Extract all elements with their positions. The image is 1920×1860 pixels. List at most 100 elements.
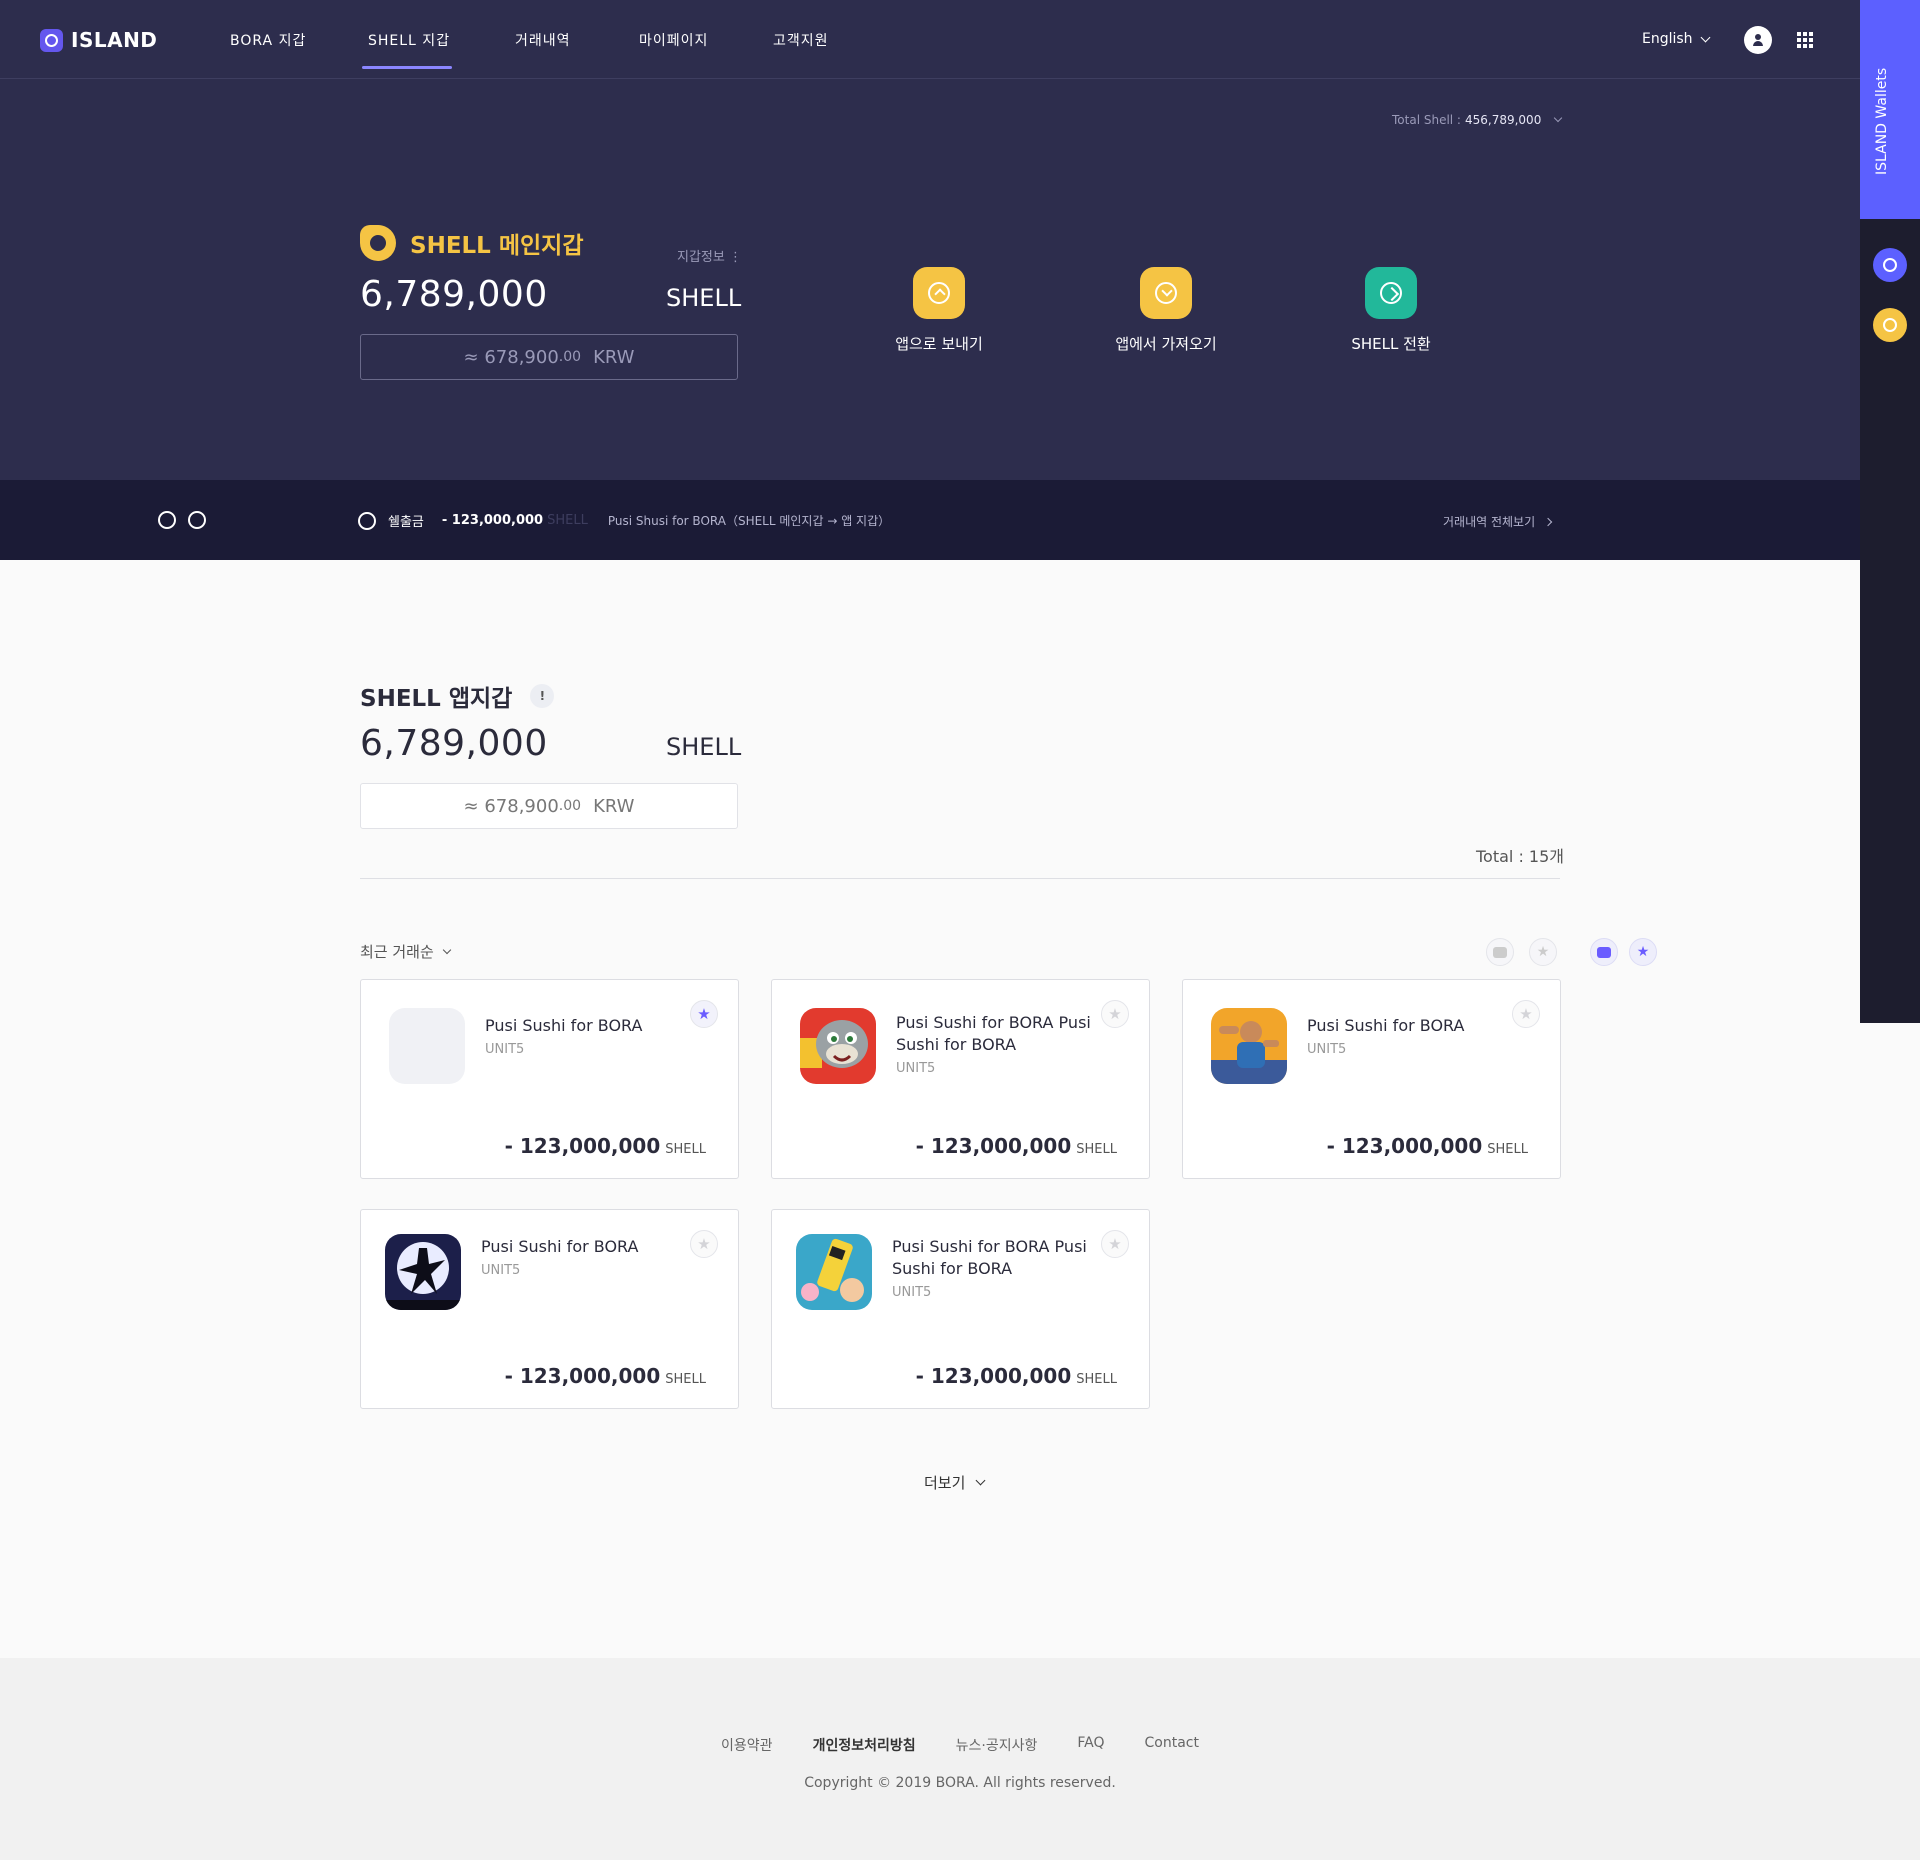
app-name-text: Pusi Sushi for BORA Pusi Sushi for BORA	[896, 1013, 1091, 1054]
withdraw-up-icon	[358, 511, 376, 530]
app-amount: - 123,000,000 SHELL	[916, 1134, 1117, 1158]
amount-value: - 123,000,000	[1326, 1134, 1483, 1158]
star-icon[interactable]: ★	[1101, 1000, 1129, 1028]
total-shell-label: Total Shell :	[1392, 113, 1461, 127]
load-more-button[interactable]: 더보기	[924, 1472, 986, 1493]
bora-coin-icon[interactable]	[1873, 248, 1907, 282]
nav-bora-wallet[interactable]: BORA 지갑	[230, 30, 306, 50]
total-shell-value: 456,789,000	[1464, 113, 1542, 127]
krw-decimal: .00	[558, 349, 582, 365]
amount-value: - 123,000,000	[915, 1364, 1072, 1388]
download-icon[interactable]	[188, 511, 206, 529]
recent-transaction-bar: 쉘출금 - 123,000,000 SHELL Pusi Shusi for B…	[0, 480, 1860, 560]
sort-dropdown[interactable]: 최근 거래순	[360, 941, 452, 962]
tx-amount: - 123,000,000	[441, 513, 544, 528]
app-wallet-title-text: SHELL 앱지갑	[360, 686, 513, 712]
tx-filter-icons	[158, 511, 218, 529]
app-name: Pusi Sushi for BORA UNIT5	[1307, 1015, 1507, 1059]
shell-convert-label: SHELL 전환	[1351, 335, 1431, 353]
footer-link-news[interactable]: 뉴스·공지사항	[956, 1735, 1038, 1755]
send-to-app-label: 앱으로 보내기	[895, 335, 983, 353]
language-select[interactable]: English	[1642, 31, 1711, 47]
app-card[interactable]: Pusi Sushi for BORA UNIT5 ★ - 123,000,00…	[360, 979, 739, 1179]
app-card[interactable]: Pusi Sushi for BORA Pusi Sushi for BORA …	[771, 979, 1150, 1179]
swap-icon[interactable]	[1365, 267, 1417, 319]
info-icon[interactable]: !	[530, 684, 555, 708]
app-name: Pusi Sushi for BORA Pusi Sushi for BORA …	[892, 1236, 1092, 1302]
nav-support[interactable]: 고객지원	[773, 30, 829, 50]
app-card[interactable]: Pusi Sushi for BORA Pusi Sushi for BORA …	[771, 1209, 1150, 1409]
island-wallets-label: ISLAND Wallets	[1874, 67, 1890, 175]
top-nav: ISLAND BORA 지갑 SHELL 지갑 거래내역 마이페이지 고객지원 …	[0, 0, 1860, 79]
footer-link-privacy[interactable]: 개인정보처리방침	[813, 1735, 916, 1755]
footer-links: 이용약관 개인정보처리방침 뉴스·공지사항 FAQ Contact	[0, 1735, 1920, 1755]
receive-down-icon[interactable]	[1140, 267, 1192, 319]
chevron-down-icon	[1700, 32, 1711, 42]
star-filter-active-icon[interactable]: ★	[1629, 938, 1657, 966]
page: ISLAND BORA 지갑 SHELL 지갑 거래내역 마이페이지 고객지원 …	[0, 0, 1920, 1860]
main-wallet-amount: 6,789,000	[360, 274, 548, 315]
krw-value: ≈ 678,900	[463, 795, 559, 817]
star-icon[interactable]: ★	[690, 1230, 718, 1258]
app-name-text: Pusi Sushi for BORA	[485, 1016, 643, 1035]
apps-grid-icon[interactable]	[1797, 32, 1813, 48]
view-all-transactions-link[interactable]: 거래내역 전체보기	[1443, 513, 1553, 530]
amount-unit: SHELL	[1076, 1142, 1117, 1157]
tx-description: Pusi Shusi for BORA（SHELL 메인지갑 → 앱 지갑）	[607, 514, 891, 528]
wallet-info-menu[interactable]: 지갑정보 ⋮	[677, 246, 742, 265]
amount-value: - 123,000,000	[504, 1364, 661, 1388]
nav-transactions[interactable]: 거래내역	[515, 30, 571, 50]
krw-unit: KRW	[593, 346, 635, 368]
shell-coin-icon[interactable]	[1873, 308, 1907, 342]
tx-unit: SHELL	[547, 513, 588, 528]
krw-decimal: .00	[558, 798, 582, 814]
footer-link-contact[interactable]: Contact	[1144, 1735, 1198, 1755]
user-avatar-icon[interactable]	[1744, 26, 1772, 54]
island-wallets-tab[interactable]: ISLAND Wallets	[1860, 0, 1920, 219]
nav-shell-wallet[interactable]: SHELL 지갑	[368, 30, 450, 50]
app-amount: - 123,000,000 SHELL	[505, 1364, 706, 1388]
app-amount: - 123,000,000 SHELL	[1327, 1134, 1528, 1158]
shell-convert-action[interactable]: SHELL 전환	[1291, 267, 1491, 354]
send-up-icon[interactable]	[913, 267, 965, 319]
app-name-text: Pusi Sushi for BORA	[481, 1237, 639, 1256]
app-card[interactable]: Pusi Sushi for BORA UNIT5 ★ - 123,000,00…	[1182, 979, 1561, 1179]
main-wallet-krw: ≈ 678,900.00 KRW	[360, 334, 738, 380]
wallet-filter-icon[interactable]	[1486, 938, 1514, 966]
app-name: Pusi Sushi for BORA Pusi Sushi for BORA …	[896, 1012, 1096, 1078]
star-icon[interactable]: ★	[1101, 1230, 1129, 1258]
shell-coin-icon	[360, 225, 396, 261]
star-icon[interactable]: ★	[690, 1000, 718, 1028]
receive-from-app-action[interactable]: 앱에서 가져오기	[1066, 267, 1266, 354]
receive-from-app-label: 앱에서 가져오기	[1115, 335, 1217, 353]
app-thumbnail	[796, 1234, 872, 1310]
tx-type: 쉘출금	[388, 515, 424, 530]
app-name-text: Pusi Sushi for BORA	[1307, 1016, 1465, 1035]
chevron-down-icon	[442, 945, 452, 954]
app-wallet-unit: SHELL	[666, 733, 742, 761]
footer-link-faq[interactable]: FAQ	[1077, 1735, 1104, 1755]
language-label: English	[1642, 31, 1693, 47]
star-filter-icon[interactable]: ★	[1529, 938, 1557, 966]
wallet-hero: ISLAND BORA 지갑 SHELL 지갑 거래내역 마이페이지 고객지원 …	[0, 0, 1860, 560]
nav-mypage[interactable]: 마이페이지	[639, 30, 708, 50]
footer-link-terms[interactable]: 이용약관	[721, 1735, 773, 1755]
app-unit: UNIT5	[481, 1263, 521, 1278]
wallet-side-rail: ISLAND Wallets	[1860, 0, 1920, 1023]
wallet-filter-active-icon[interactable]	[1590, 938, 1618, 966]
amount-unit: SHELL	[665, 1372, 706, 1387]
recent-transaction[interactable]: 쉘출금 - 123,000,000 SHELL Pusi Shusi for B…	[358, 511, 890, 530]
star-icon[interactable]: ★	[1512, 1000, 1540, 1028]
logo[interactable]: ISLAND	[40, 28, 157, 52]
footer: 이용약관 개인정보처리방침 뉴스·공지사항 FAQ Contact Copyri…	[0, 1658, 1920, 1860]
total-shell-dropdown[interactable]: Total Shell : 456,789,000	[1392, 113, 1563, 127]
app-name-text: Pusi Sushi for BORA Pusi Sushi for BORA	[892, 1237, 1087, 1278]
refresh-icon[interactable]	[158, 511, 176, 529]
logo-text: ISLAND	[71, 28, 158, 52]
send-to-app-action[interactable]: 앱으로 보내기	[839, 267, 1039, 354]
app-card[interactable]: Pusi Sushi for BORA UNIT5 ★ - 123,000,00…	[360, 1209, 739, 1409]
amount-unit: SHELL	[1487, 1142, 1528, 1157]
app-wallet-krw: ≈ 678,900.00 KRW	[360, 783, 738, 829]
chevron-right-icon	[1543, 517, 1553, 526]
view-all-label: 거래내역 전체보기	[1443, 515, 1536, 529]
